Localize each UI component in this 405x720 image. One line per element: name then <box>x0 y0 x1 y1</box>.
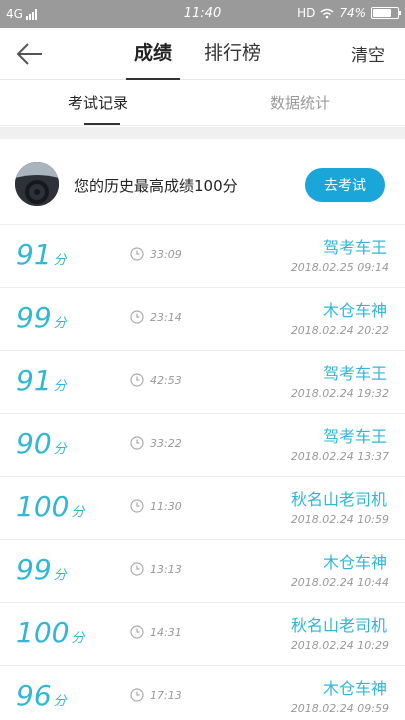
duration-text: 17:13 <box>150 688 182 702</box>
clock-icon <box>130 625 144 639</box>
exam-record-row[interactable]: 90 分 33:22 驾考车王 2018.02.24 13:37 <box>0 414 405 477</box>
score-unit: 分 <box>53 442 67 457</box>
wifi-icon <box>320 8 334 18</box>
score-unit: 分 <box>53 253 67 268</box>
duration-text: 13:13 <box>150 562 182 576</box>
clock-icon <box>130 688 144 702</box>
score-value: 91 <box>16 364 52 397</box>
score-value: 96 <box>16 679 52 712</box>
clock-icon <box>130 499 144 513</box>
record-title: 木仓车神 <box>322 553 387 572</box>
record-date: 2018.02.24 10:44 <box>290 576 389 589</box>
take-exam-button[interactable]: 去考试 <box>305 168 385 202</box>
record-duration: 23:14 <box>130 310 182 324</box>
best-score-text: 您的历史最高成绩100分 <box>74 177 238 195</box>
clock-icon <box>130 562 144 576</box>
score-unit: 分 <box>53 316 67 331</box>
avatar <box>15 162 59 206</box>
record-date: 2018.02.24 10:29 <box>290 639 389 652</box>
record-date: 2018.02.24 13:37 <box>290 450 389 463</box>
score-value: 100 <box>16 490 70 523</box>
back-arrow-icon[interactable] <box>14 40 46 68</box>
score-value: 100 <box>16 616 70 649</box>
sub-tabs: 考试记录 数据统计 <box>0 80 405 126</box>
clock-icon <box>130 247 144 261</box>
score-unit: 分 <box>71 505 85 520</box>
nav-bar: 成绩 排行榜 清空 <box>0 28 405 80</box>
car-interior-image <box>15 162 59 206</box>
record-title: 驾考车王 <box>322 364 387 383</box>
status-right: HD 74% <box>297 6 401 20</box>
record-title: 驾考车王 <box>322 427 387 446</box>
clock-icon <box>130 310 144 324</box>
exam-record-row[interactable]: 100 分 14:31 秋名山老司机 2018.02.24 10:29 <box>0 603 405 666</box>
record-score: 99 分 <box>16 553 67 586</box>
tab-ranking[interactable]: 排行榜 <box>200 28 265 80</box>
clock-icon <box>130 373 144 387</box>
status-bar: 4G 11:40 HD 74% <box>0 0 405 28</box>
score-unit: 分 <box>53 694 67 709</box>
tab-exam-records[interactable]: 考试记录 <box>68 92 128 113</box>
hd-label: HD <box>297 6 316 20</box>
duration-text: 14:31 <box>150 625 182 639</box>
record-score: 100 分 <box>16 490 84 523</box>
score-value: 99 <box>16 553 52 586</box>
record-score: 90 分 <box>16 427 67 460</box>
record-date: 2018.02.24 19:32 <box>290 387 389 400</box>
record-score: 100 分 <box>16 616 84 649</box>
duration-text: 33:22 <box>150 436 182 450</box>
exam-record-row[interactable]: 91 分 33:09 驾考车王 2018.02.25 09:14 <box>0 225 405 288</box>
score-unit: 分 <box>71 631 85 646</box>
active-subtab-indicator <box>84 123 120 125</box>
battery-icon <box>371 7 401 19</box>
record-duration: 42:53 <box>130 373 182 387</box>
tab-scores[interactable]: 成绩 <box>125 28 181 80</box>
record-duration: 33:09 <box>130 247 182 261</box>
battery-percent: 74% <box>339 6 366 20</box>
score-value: 90 <box>16 427 52 460</box>
exam-record-row[interactable]: 91 分 42:53 驾考车王 2018.02.24 19:32 <box>0 351 405 414</box>
record-duration: 33:22 <box>130 436 182 450</box>
score-unit: 分 <box>53 379 67 394</box>
nav-tabs: 成绩 排行榜 <box>125 28 265 80</box>
record-duration: 17:13 <box>130 688 182 702</box>
record-duration: 13:13 <box>130 562 182 576</box>
record-date: 2018.02.24 10:59 <box>290 513 389 526</box>
record-score: 99 分 <box>16 301 67 334</box>
tab-statistics[interactable]: 数据统计 <box>270 92 330 113</box>
clear-button[interactable]: 清空 <box>351 41 385 66</box>
record-score: 91 分 <box>16 238 67 271</box>
exam-record-row[interactable]: 99 分 13:13 木仓车神 2018.02.24 10:44 <box>0 540 405 603</box>
section-divider <box>0 127 405 139</box>
record-duration: 11:30 <box>130 499 182 513</box>
exam-record-list: 91 分 33:09 驾考车王 2018.02.25 09:14 99 分 23:1… <box>0 225 405 720</box>
record-title: 木仓车神 <box>322 679 387 698</box>
duration-text: 11:30 <box>150 499 182 513</box>
record-title: 秋名山老司机 <box>290 616 387 635</box>
score-unit: 分 <box>53 568 67 583</box>
duration-text: 42:53 <box>150 373 182 387</box>
score-value: 99 <box>16 301 52 334</box>
record-title: 秋名山老司机 <box>290 490 387 509</box>
record-date: 2018.02.24 09:59 <box>290 702 389 715</box>
exam-record-row[interactable]: 96 分 17:13 木仓车神 2018.02.24 09:59 <box>0 666 405 720</box>
exam-record-row[interactable]: 100 分 11:30 秋名山老司机 2018.02.24 10:59 <box>0 477 405 540</box>
record-score: 96 分 <box>16 679 67 712</box>
record-title: 驾考车王 <box>322 238 387 257</box>
record-duration: 14:31 <box>130 625 182 639</box>
record-date: 2018.02.24 20:22 <box>290 324 389 337</box>
exam-record-row[interactable]: 99 分 23:14 木仓车神 2018.02.24 20:22 <box>0 288 405 351</box>
duration-text: 33:09 <box>150 247 182 261</box>
record-date: 2018.02.25 09:14 <box>290 261 389 274</box>
clock-icon <box>130 436 144 450</box>
score-value: 91 <box>16 238 52 271</box>
record-score: 91 分 <box>16 364 67 397</box>
duration-text: 23:14 <box>150 310 182 324</box>
record-title: 木仓车神 <box>322 301 387 320</box>
best-score-banner: 您的历史最高成绩100分 去考试 <box>0 139 405 225</box>
